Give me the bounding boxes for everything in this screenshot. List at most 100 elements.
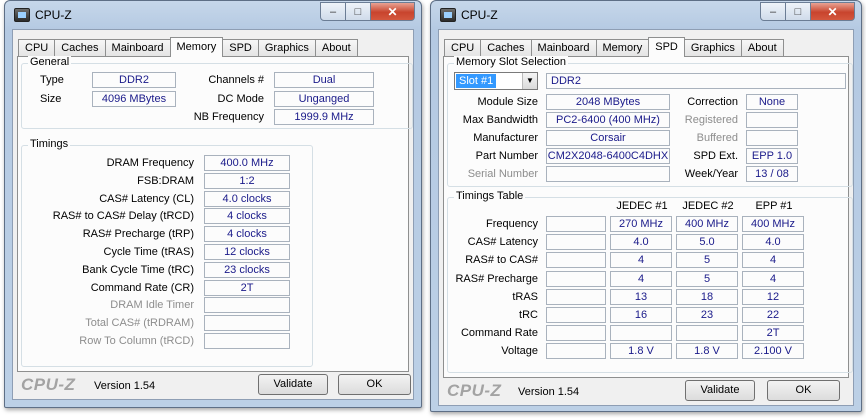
validate-button[interactable]: Validate [258,374,328,395]
nbfreq-value: 1999.9 MHz [274,109,374,125]
general-group-title: General [28,56,72,68]
tab-bar: CPU Caches Mainboard Memory SPD Graphics… [444,37,784,57]
tab-memory[interactable]: Memory [169,37,224,57]
tab-cpu[interactable]: CPU [18,39,56,57]
cpuz-app-icon [14,8,30,22]
tab-about[interactable]: About [314,39,358,57]
slot-type-value: DDR2 [546,73,846,89]
timings-group: Timings DRAM Frequency 400.0 MHz FSB:DRAM 1… [21,138,313,367]
timing-label: Total CAS# (tRDRAM) [85,317,194,330]
timing-label: RAS# Precharge (tRP) [82,228,194,241]
buffered-value [746,130,798,146]
buffered-label: Buffered [696,132,738,144]
tab-mainboard[interactable]: Mainboard [530,39,597,57]
timings-table-cell: 2.100 V [742,343,804,360]
version-label: Version 1.54 [518,386,580,398]
window-title: CPU-Z [461,8,498,22]
general-group: General Type DDR2 Size 4096 MBytes Chann… [21,56,413,129]
spd-ext-value: EPP 1.0 [746,148,798,164]
timings-table-cell: 1.8 V [676,343,738,360]
timings-table-cell: 4.0 [742,234,804,251]
timing-label: DRAM Frequency [106,157,194,169]
close-button[interactable]: ✕ [371,2,415,21]
slot-select[interactable]: Slot #1 ▼ [454,72,538,90]
timings-table-empty-cell [546,307,606,323]
minimize-button[interactable]: – [760,2,786,21]
cpuz-logo: CPU-Z [447,381,502,400]
timing-label: FSB:DRAM [137,174,194,187]
serial-number-label: Serial Number [467,168,538,180]
timing-label: Command Rate (CR) [90,281,194,294]
week-year-label: Week/Year [684,168,738,180]
tab-spd[interactable]: SPD [648,37,685,57]
dcmode-value: Unganged [274,91,374,107]
cpuz-logo: CPU-Z [21,375,76,394]
timings-table-title: Timings Table [454,190,526,202]
timings-table-cell: 5.0 [676,234,738,251]
timings-table-cell: 2T [742,325,804,342]
timings-group-title: Timings [28,138,71,150]
spd-ext-label: SPD Ext. [693,150,738,162]
part-number-value: CM2X2048-6400C4DHX [546,148,670,164]
maximize-button[interactable]: □ [786,2,811,21]
memory-panel: General Type DDR2 Size 4096 MBytes Chann… [17,56,413,372]
tab-graphics[interactable]: Graphics [257,39,316,57]
timings-table-cell: 5 [676,270,738,287]
ok-button[interactable]: OK [338,374,411,395]
cpuz-memory-window: CPU-Z – □ ✕ CPU Caches Mainboard Memory … [4,0,422,408]
validate-button[interactable]: Validate [685,380,755,401]
type-value: DDR2 [92,72,176,88]
manufacturer-value: Corsair [546,130,670,146]
timing-value [204,315,290,332]
timings-table-cell: 23 [676,307,738,323]
timings-table-row-label: CAS# Latency [467,236,538,249]
timings-table-cell: 400 MHz [742,216,804,232]
close-button[interactable]: ✕ [811,2,855,21]
timings-table-empty-cell [546,325,606,342]
title-bar[interactable]: CPU-Z – □ ✕ [5,1,421,29]
type-label: Type [40,74,64,86]
timings-table-empty-cell [546,216,606,232]
tab-graphics[interactable]: Graphics [683,39,742,57]
dropdown-arrow-icon[interactable]: ▼ [522,73,537,89]
title-bar[interactable]: CPU-Z – □ ✕ [431,1,861,29]
ok-button[interactable]: OK [767,380,840,401]
channels-value: Dual [274,72,374,88]
timing-value: 4 clocks [204,208,290,225]
timings-table-row-label: RAS# to CAS# [465,254,538,267]
manufacturer-label: Manufacturer [473,132,538,144]
column-header-jedec2: JEDEC #2 [682,200,734,212]
timing-value: 4.0 clocks [204,190,290,207]
tab-mainboard[interactable]: Mainboard [104,39,171,57]
timing-label: DRAM Idle Timer [110,299,194,312]
size-label: Size [40,93,62,105]
tab-bar: CPU Caches Mainboard Memory SPD Graphics… [18,37,358,57]
timings-table-cell: 1.8 V [610,343,672,360]
dcmode-label: DC Mode [217,93,264,105]
correction-value: None [746,94,798,110]
tab-caches[interactable]: Caches [480,39,532,57]
module-size-label: Module Size [477,96,538,108]
footer: CPU-Z Version 1.54 Validate OK [439,377,853,405]
tab-memory[interactable]: Memory [595,39,650,57]
maximize-button[interactable]: □ [346,2,371,21]
timing-value: 400.0 MHz [204,155,290,171]
minimize-button[interactable]: – [320,2,346,21]
timing-label: CAS# Latency (CL) [99,192,194,205]
timing-value [204,333,290,349]
tab-caches[interactable]: Caches [54,39,106,57]
timings-table-row-label: Command Rate [460,327,538,340]
timings-table-cell: 5 [676,252,738,269]
timing-value: 4 clocks [204,226,290,243]
slot-group: Memory Slot Selection Slot #1 ▼ DDR2 Mod… [447,56,853,187]
timings-table-cell: 4.0 [610,234,672,251]
tab-cpu[interactable]: CPU [444,39,482,57]
timings-table-cell: 12 [742,288,804,305]
timing-label: Bank Cycle Time (tRC) [82,263,194,276]
max-bandwidth-label: Max Bandwidth [462,114,538,126]
timings-table-empty-cell [546,343,606,360]
tab-about[interactable]: About [740,39,784,57]
window-title: CPU-Z [35,8,72,22]
tab-spd[interactable]: SPD [222,39,259,57]
timings-table-cell: 18 [676,288,738,305]
